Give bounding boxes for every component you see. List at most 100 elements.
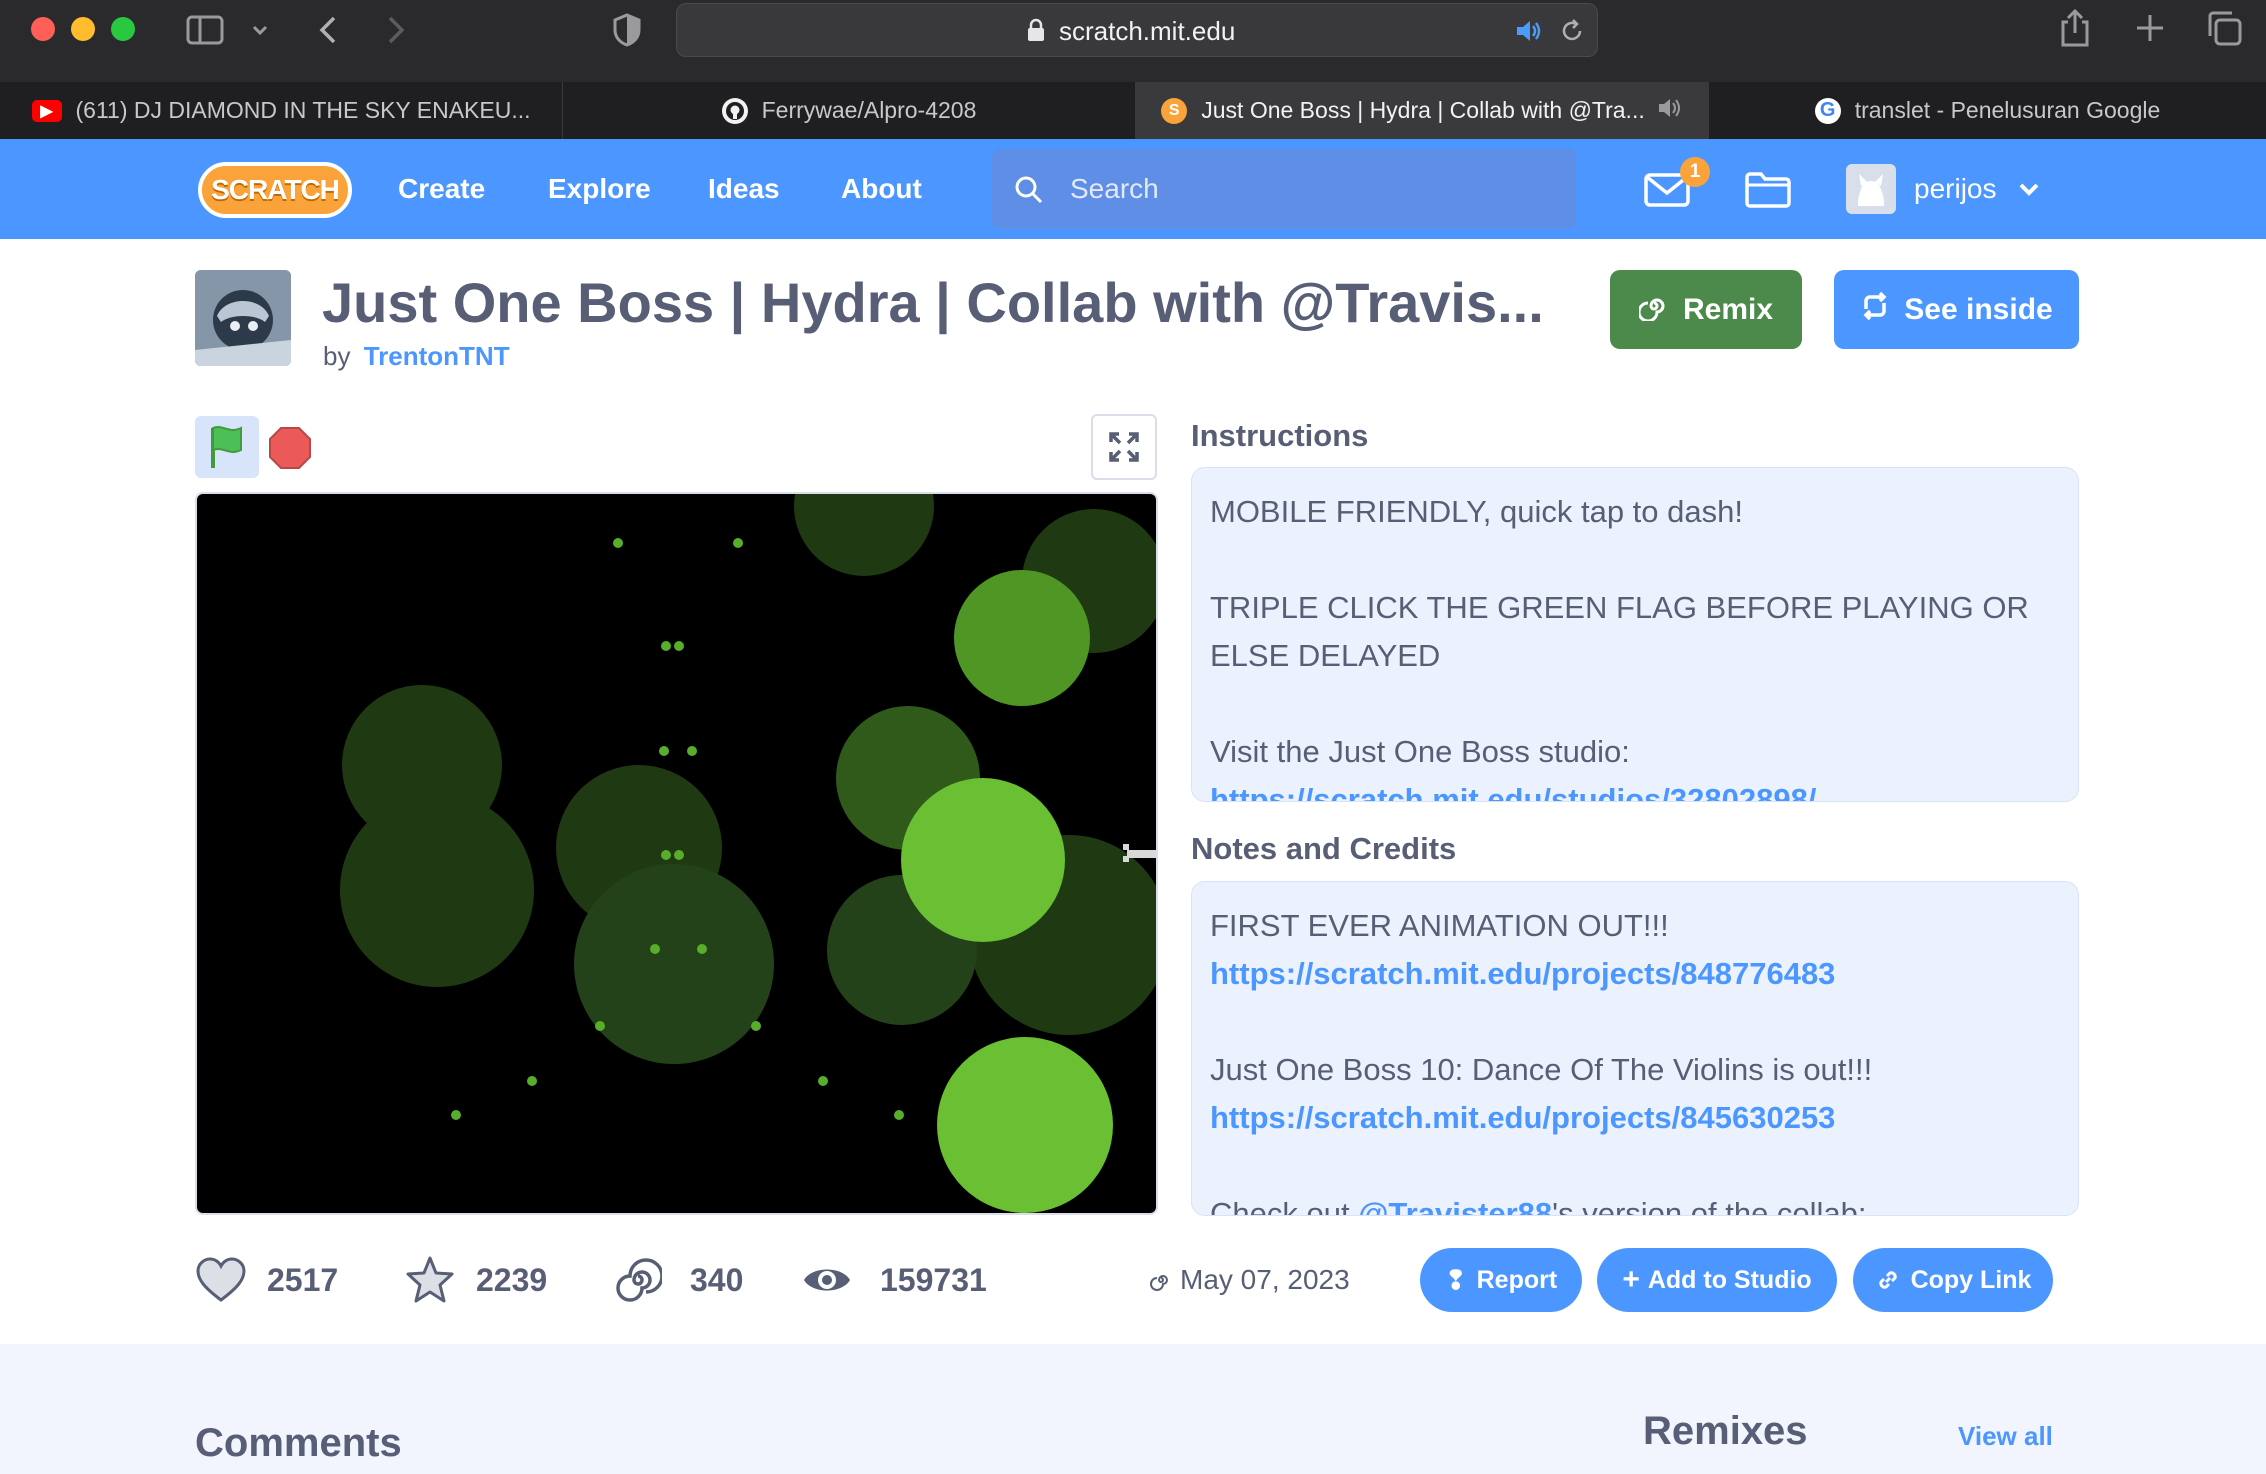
date-text: May 07, 2023 (1180, 1264, 1350, 1295)
copy-link-label: Copy Link (1910, 1265, 2032, 1294)
date-swirl-icon (1150, 1275, 1168, 1291)
remix-label: Remix (1682, 292, 1774, 326)
minimize-window-button[interactable] (71, 17, 95, 41)
stage-canvas (340, 494, 1156, 1213)
project-link[interactable]: https://scratch.mit.edu/projects/8456302… (1210, 1094, 2060, 1142)
search-icon (1014, 175, 1044, 205)
notes-line: Check out @Travister88's version of the … (1210, 1190, 2060, 1216)
instructions-box[interactable]: MOBILE FRIENDLY, quick tap to dash! TRIP… (1191, 467, 2079, 802)
my-stuff-folder-icon[interactable] (1744, 169, 1792, 209)
share-date: May 07, 2023 (1150, 1255, 1350, 1305)
project-link[interactable]: https://scratch.mit.edu/projects/8487764… (1210, 950, 2060, 998)
eye-icon (804, 1269, 850, 1291)
remix-button[interactable]: Remix (1610, 270, 1802, 349)
privacy-shield-icon[interactable] (612, 13, 642, 47)
green-flag-button[interactable] (195, 416, 259, 478)
instructions-heading: Instructions (1191, 418, 1369, 453)
share-icon[interactable] (2058, 8, 2092, 48)
search-placeholder: Search (1070, 173, 1159, 204)
love-stat[interactable]: 2517 (195, 1255, 338, 1305)
favorite-stat[interactable]: 2239 (404, 1255, 547, 1305)
link-icon (1878, 1271, 1897, 1289)
add-to-studio-label: Add to Studio (1647, 1265, 1812, 1294)
avatar[interactable] (1846, 164, 1896, 214)
instructions-line: Visit the Just One Boss studio: (1210, 734, 1630, 769)
notes-text-part: Check out (1210, 1196, 1359, 1216)
comments-heading: Comments (195, 1421, 402, 1465)
notes-text: FIRST EVER ANIMATION OUT!!! https://scra… (1192, 882, 2078, 1216)
scratch-navbar: SCRATCH Create Explore Ideas About Searc… (0, 139, 2266, 239)
nav-explore[interactable]: Explore (548, 139, 651, 239)
copy-link-button[interactable]: Copy Link (1853, 1248, 2053, 1312)
remix-stat: 340 (614, 1255, 743, 1305)
favorite-count: 2239 (476, 1261, 548, 1298)
scratch-favicon-icon: S (1161, 97, 1188, 124)
tab-google[interactable]: G translet - Penelusuran Google (1709, 82, 2266, 139)
remix-icon (1637, 291, 1669, 329)
green-flag-icon (211, 426, 242, 468)
tab-title: Just One Boss | Hydra | Collab with @Tra… (1201, 97, 1645, 123)
github-favicon-icon (721, 97, 748, 124)
forward-icon[interactable] (384, 14, 408, 46)
message-count-badge: 1 (1680, 157, 1710, 187)
notes-line: FIRST EVER ANIMATION OUT!!! (1210, 908, 1669, 943)
tab-title: translet - Penelusuran Google (1854, 97, 2161, 123)
remix-swirl-icon (616, 1258, 662, 1302)
account-chevron-down-icon[interactable] (2018, 179, 2040, 199)
remix-count: 340 (690, 1261, 744, 1298)
project-title: Just One Boss | Hydra | Collab with @Tra… (322, 271, 1544, 334)
tab-audio-icon[interactable] (1657, 97, 1683, 125)
instructions-line: TRIPLE CLICK THE GREEN FLAG BEFORE PLAYI… (1210, 590, 2029, 673)
nav-about[interactable]: About (841, 139, 922, 239)
youtube-favicon-icon: ▶ (31, 99, 62, 122)
notes-box[interactable]: FIRST EVER ANIMATION OUT!!! https://scra… (1191, 881, 2079, 1216)
instructions-text: MOBILE FRIENDLY, quick tap to dash! TRIP… (1192, 468, 2078, 801)
tab-title: Ferrywae/Alpro-4208 (761, 97, 977, 123)
tab-youtube[interactable]: ▶ (611) DJ DIAMOND IN THE SKY ENAKEU... (0, 82, 563, 139)
browser-toolbar: scratch.mit.edu (0, 0, 2266, 82)
instructions-line: MOBILE FRIENDLY, quick tap to dash! (1210, 494, 1743, 529)
add-to-studio-button[interactable]: + Add to Studio (1597, 1248, 1837, 1312)
see-inside-icon (1860, 291, 1890, 329)
scratch-logo[interactable]: SCRATCH (198, 162, 352, 218)
fullscreen-button[interactable] (1091, 414, 1157, 480)
username[interactable]: perijos (1914, 139, 1996, 239)
reload-icon[interactable] (1559, 18, 1585, 44)
tab-title: (611) DJ DIAMOND IN THE SKY ENAKEU... (75, 97, 531, 123)
sidebar-toggle-icon[interactable] (186, 15, 224, 45)
project-stage[interactable] (195, 492, 1158, 1215)
star-icon (406, 1256, 454, 1303)
by-label: by TrentonTNT (323, 338, 510, 374)
tab-overview-icon[interactable] (2206, 10, 2242, 46)
close-window-button[interactable] (31, 17, 55, 41)
nav-create[interactable]: Create (398, 139, 485, 239)
tab-github[interactable]: Ferrywae/Alpro-4208 (563, 82, 1136, 139)
zoom-window-button[interactable] (111, 17, 135, 41)
by-text: by (323, 341, 351, 371)
tab-bar: ▶ (611) DJ DIAMOND IN THE SKY ENAKEU... … (0, 82, 2266, 139)
search-input[interactable]: Search (992, 149, 1576, 229)
tab-scratch[interactable]: S Just One Boss | Hydra | Collab with @T… (1136, 82, 1709, 139)
studio-link[interactable]: https://scratch.mit.edu/studios/32802898… (1210, 776, 2060, 801)
report-button[interactable]: ❢ Report (1420, 1248, 1582, 1312)
back-icon[interactable] (316, 14, 340, 46)
lock-icon (1027, 18, 1045, 42)
address-bar[interactable]: scratch.mit.edu (676, 3, 1598, 57)
audio-playing-icon[interactable] (1515, 19, 1543, 43)
author-avatar[interactable] (195, 270, 291, 366)
heart-icon (196, 1257, 246, 1302)
notes-heading: Notes and Credits (1191, 831, 1457, 866)
fullscreen-icon (1109, 432, 1139, 462)
view-all-remixes-link[interactable]: View all (1958, 1418, 2053, 1454)
stop-icon (269, 427, 311, 469)
new-tab-icon[interactable] (2134, 12, 2166, 44)
stop-button[interactable] (268, 426, 312, 470)
chevron-down-icon[interactable] (250, 20, 270, 40)
see-inside-button[interactable]: See inside (1834, 270, 2079, 349)
notes-line: Just One Boss 10: Dance Of The Violins i… (1210, 1052, 1873, 1087)
user-mention-link[interactable]: @Travister88 (1358, 1196, 1552, 1215)
nav-ideas[interactable]: Ideas (708, 139, 780, 239)
author-link[interactable]: TrentonTNT (364, 341, 510, 371)
plus-icon: + (1622, 1263, 1640, 1296)
see-inside-label: See inside (1904, 292, 2053, 326)
